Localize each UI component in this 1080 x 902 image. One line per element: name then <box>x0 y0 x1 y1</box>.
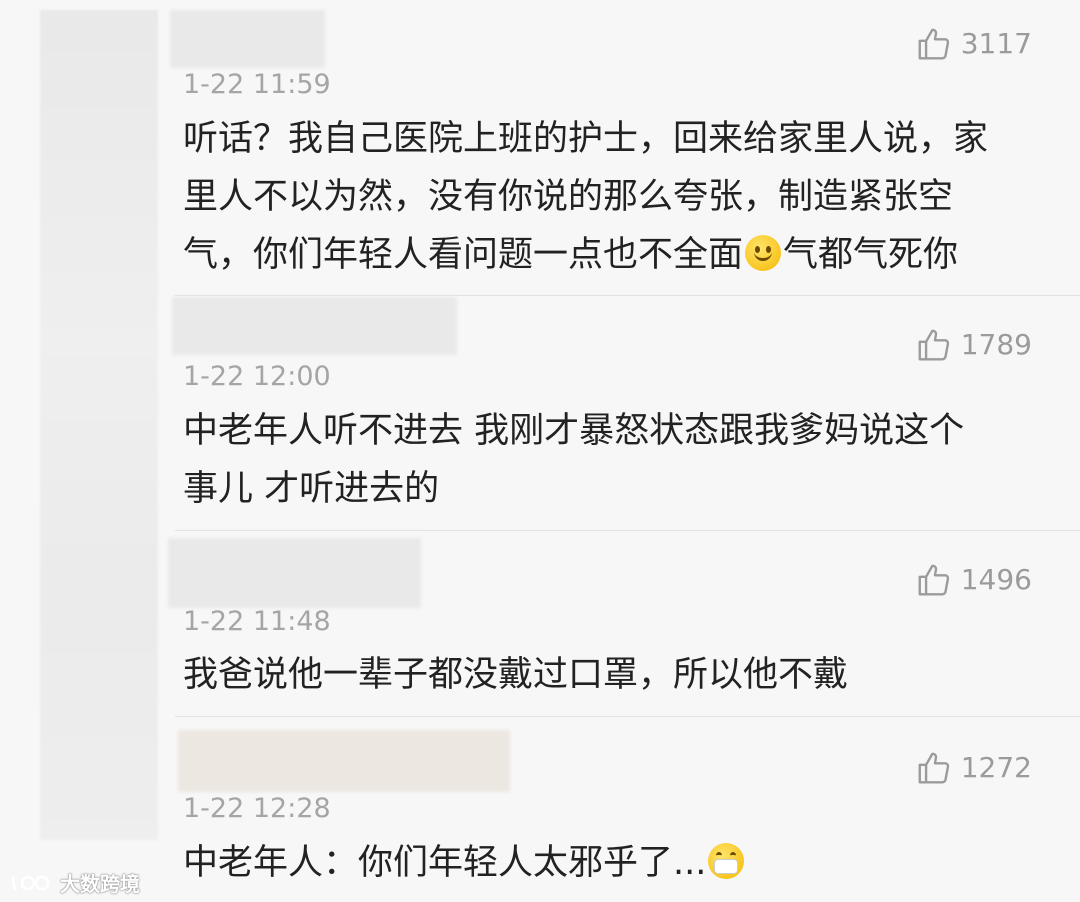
comment-text: 中老年人：你们年轻人太邪乎了... <box>183 834 1033 892</box>
comment-text: 我爸说他一辈子都没戴过口罩，所以他不戴 <box>183 646 1033 704</box>
comment-text: 中老年人听不进去 我刚才暴怒状态跟我爹妈说这个 事儿 才听进去的 <box>183 402 1033 518</box>
like-count: 3117 <box>960 27 1032 60</box>
comment-text-line: 听话？我自己医院上班的护士，回来给家里人说，家 <box>183 119 989 159</box>
smile-emoji-icon <box>745 235 782 271</box>
like-button[interactable]: 1272 <box>915 749 1032 787</box>
comment-text-segment: 中老年人：你们年轻人太邪乎了... <box>183 843 707 883</box>
comment-timestamp: 1-22 12:00 <box>183 361 331 392</box>
brand-logo-icon <box>12 875 50 891</box>
comment-text: 听话？我自己医院上班的护士，回来给家里人说，家 里人不以为然，没有你说的那么夸张… <box>183 110 1033 284</box>
comment-timestamp: 1-22 12:28 <box>183 793 331 824</box>
mask-emoji-icon <box>708 843 745 879</box>
like-button[interactable]: 1496 <box>915 561 1032 599</box>
comment-timestamp: 1-22 11:59 <box>183 69 331 100</box>
username-blurred <box>172 297 457 355</box>
divider <box>175 295 1080 296</box>
thumbs-up-icon <box>918 329 949 361</box>
comment-text-line: 中老年人听不进去 我刚才暴怒状态跟我爹妈说这个 <box>183 411 965 451</box>
like-button[interactable]: 3117 <box>915 25 1032 63</box>
like-count: 1789 <box>960 328 1032 361</box>
thumbs-up-icon <box>918 752 949 784</box>
thumbs-up-icon <box>918 564 949 596</box>
username-blurred <box>178 730 510 792</box>
divider <box>175 716 1080 717</box>
comment-timestamp: 1-22 11:48 <box>183 606 331 637</box>
comment-text-line: 里人不以为然，没有你说的那么夸张，制造紧张空 <box>183 177 954 217</box>
username-blurred <box>170 10 325 68</box>
comment-text-line: 中老年人：你们年轻人太邪乎了... <box>183 834 1033 892</box>
comment-feed: 3117 1-22 11:59 听话？我自己医院上班的护士，回来给家里人说，家 … <box>0 0 1080 902</box>
comment-text-line: 事儿 才听进去的 <box>183 469 440 509</box>
watermark: 大数跨境 <box>10 868 140 897</box>
like-count: 1496 <box>960 563 1032 596</box>
comment-text-segment: 气，你们年轻人看问题一点也不全面 <box>183 235 744 275</box>
thumbs-up-icon <box>918 28 949 60</box>
comment-text-line: 我爸说他一辈子都没戴过口罩，所以他不戴 <box>183 655 849 695</box>
comment-text-segment: 气都气死你 <box>783 235 959 275</box>
like-count: 1272 <box>960 751 1032 784</box>
like-button[interactable]: 1789 <box>915 326 1032 364</box>
watermark-text: 大数跨境 <box>60 872 140 896</box>
avatar-column-blurred <box>40 10 158 840</box>
username-blurred <box>168 538 421 608</box>
divider <box>175 530 1080 531</box>
comment-text-line: 气，你们年轻人看问题一点也不全面 气都气死你 <box>183 226 1033 284</box>
